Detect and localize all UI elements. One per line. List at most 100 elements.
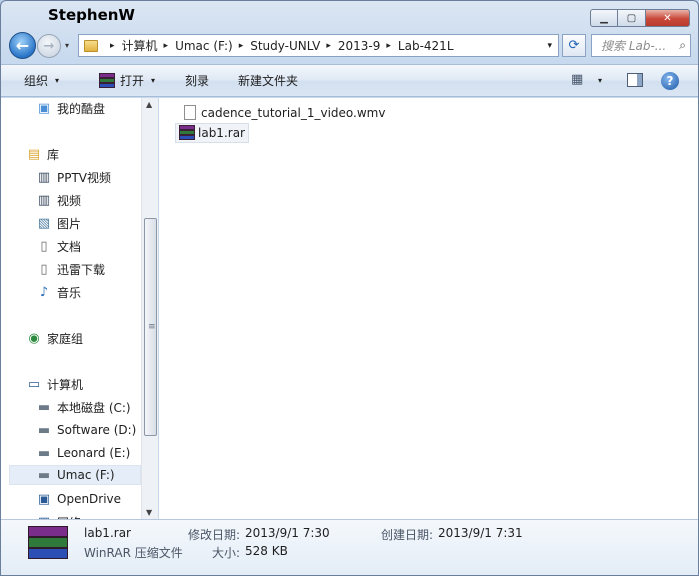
new-folder-button[interactable]: 新建文件夹 <box>228 65 308 96</box>
organize-button[interactable]: 组织 ▾ <box>14 65 69 96</box>
refresh-button[interactable]: ⟳ <box>562 34 586 57</box>
drive-icon: ▬ <box>37 422 51 438</box>
sidebar-item-drive-f[interactable]: ▬ Umac (F:) <box>9 465 141 485</box>
document-icon <box>182 105 198 121</box>
winrar-stripe <box>28 548 68 559</box>
folder-icon <box>84 39 98 52</box>
sidebar-item-documents[interactable]: ▯ 文档 <box>36 236 81 256</box>
sidebar-item-drive-c[interactable]: ▬ 本地磁盘 (C:) <box>36 397 131 417</box>
sidebar-item-videos[interactable]: ▥ 视频 <box>36 190 81 210</box>
breadcrumb-separator[interactable]: ▸ <box>110 41 115 51</box>
file-name: cadence_tutorial_1_video.wmv <box>201 106 386 120</box>
maximize-icon: ▢ <box>626 12 637 24</box>
winrar-stripe <box>99 82 115 88</box>
breadcrumb-drive[interactable]: Umac (F:) <box>175 39 233 53</box>
details-modified-value: 2013/9/1 7:30 <box>245 526 330 540</box>
details-created-value: 2013/9/1 7:31 <box>438 526 523 540</box>
breadcrumb-lab[interactable]: Lab-421L <box>398 39 454 53</box>
sidebar-item-drive-d[interactable]: ▬ Software (D:) <box>36 420 137 440</box>
change-view-icon[interactable]: ▦ <box>571 72 583 87</box>
close-button[interactable]: ✕ <box>646 9 690 27</box>
winrar-icon <box>179 125 195 141</box>
recent-pages-dropdown[interactable]: ▾ <box>65 41 69 50</box>
breadcrumb-separator[interactable]: ▸ <box>239 41 244 51</box>
details-size-label: 大小: <box>212 546 241 560</box>
address-dropdown-icon[interactable]: ▾ <box>547 41 552 51</box>
scroll-thumb[interactable]: ≡ <box>144 218 157 436</box>
sidebar-item-opendrive[interactable]: ▣ OpenDrive <box>36 489 121 509</box>
winrar-stripe <box>28 526 68 537</box>
back-button[interactable]: ← <box>9 32 36 59</box>
back-arrow-icon: ← <box>15 36 30 55</box>
download-icon: ▯ <box>40 261 48 277</box>
sidebar-item-network[interactable]: ▦ 网络 <box>36 512 81 520</box>
breadcrumb-separator[interactable]: ▸ <box>386 41 391 51</box>
sidebar-item-label: PPTV视频 <box>57 170 112 185</box>
sidebar-item-label: Software (D:) <box>57 423 137 437</box>
help-icon[interactable]: ? <box>661 72 679 90</box>
sidebar-item-libraries[interactable]: ▤ 库 <box>26 144 59 164</box>
open-button[interactable]: 打开 ▾ <box>89 65 165 96</box>
sidebar-item-label: 图片 <box>57 216 82 231</box>
breadcrumb-separator[interactable]: ▸ <box>164 41 169 51</box>
chevron-down-icon: ▾ <box>65 41 70 50</box>
breadcrumb-computer[interactable]: 计算机 <box>122 37 158 54</box>
sidebar-item-label: 计算机 <box>47 377 84 392</box>
sidebar-item-label: 音乐 <box>57 285 82 300</box>
sidebar-item-label: 视频 <box>57 193 82 208</box>
search-icon[interactable]: ⌕ <box>679 38 686 53</box>
close-icon: ✕ <box>663 12 672 24</box>
sidebar-item-label: 迅雷下载 <box>57 262 106 277</box>
sidebar-item-label: OpenDrive <box>57 492 122 506</box>
winrar-stripe <box>179 135 195 140</box>
burn-label: 刻录 <box>185 74 210 88</box>
sidebar-item-xunlei[interactable]: ▯ 迅雷下载 <box>36 259 105 279</box>
breadcrumb-month[interactable]: 2013-9 <box>338 39 381 53</box>
chevron-down-icon[interactable]: ▾ <box>598 76 602 85</box>
minimize-button[interactable]: ▁ <box>590 9 618 27</box>
winrar-icon <box>99 72 115 89</box>
sidebar-item-homegroup[interactable]: ◉ 家庭组 <box>26 328 83 348</box>
maximize-button[interactable]: ▢ <box>618 9 646 27</box>
libraries-icon: ▤ <box>27 146 41 162</box>
sidebar-item-pptv[interactable]: ▥ PPTV视频 <box>36 167 111 187</box>
sidebar-scrollbar[interactable]: ▲ ≡ ▼ <box>141 98 158 519</box>
scroll-up-icon[interactable]: ▲ <box>146 100 152 109</box>
drive-icon: ▬ <box>37 467 51 483</box>
sidebar-item-label: 文档 <box>57 239 82 254</box>
chevron-down-icon: ▾ <box>55 76 60 85</box>
scroll-down-icon[interactable]: ▼ <box>146 508 152 517</box>
homegroup-icon: ◉ <box>28 330 40 346</box>
drive-icon: ▬ <box>37 445 51 461</box>
navigation-pane: ▣ 我的酷盘 ▤ 库 ▥ PPTV视频 ▥ 视频 ▧ 图片 ▯ 文档 ▯ 迅雷下… <box>1 98 158 519</box>
details-size-value: 528 KB <box>245 544 288 558</box>
sidebar-item-pictures[interactable]: ▧ 图片 <box>36 213 81 233</box>
sidebar-item-kupan[interactable]: ▣ 我的酷盘 <box>36 98 105 118</box>
window-controls: ▁ ▢ ✕ <box>590 9 690 27</box>
file-name: lab1.rar <box>198 126 245 140</box>
search-placeholder: 搜索 Lab-... <box>601 39 667 53</box>
forward-button[interactable]: → <box>37 34 61 58</box>
preview-pane-icon[interactable] <box>627 73 643 87</box>
sidebar-item-label: 家庭组 <box>47 331 84 346</box>
breadcrumb-study[interactable]: Study-UNLV <box>250 39 320 53</box>
details-file-name: lab1.rar <box>84 526 131 540</box>
breadcrumb-separator[interactable]: ▸ <box>326 41 331 51</box>
winrar-stripe <box>28 537 68 548</box>
sidebar-item-label: Leonard (E:) <box>57 446 131 460</box>
sidebar-item-label: 本地磁盘 (C:) <box>57 400 131 415</box>
address-bar[interactable]: ▸ 计算机 ▸ Umac (F:) ▸ Study-UNLV ▸ 2013-9 … <box>78 34 559 57</box>
details-file-type: WinRAR 压缩文件 <box>84 546 183 560</box>
list-item[interactable]: lab1.rar <box>175 123 249 143</box>
documents-icon: ▯ <box>40 238 48 254</box>
sidebar-item-music[interactable]: ♪ 音乐 <box>36 282 81 302</box>
burn-button[interactable]: 刻录 <box>175 65 219 96</box>
list-item[interactable]: cadence_tutorial_1_video.wmv <box>179 103 388 123</box>
new-folder-label: 新建文件夹 <box>238 74 299 88</box>
sidebar-item-computer[interactable]: ▭ 计算机 <box>26 374 83 394</box>
video-library-icon: ▥ <box>37 169 51 185</box>
search-input[interactable]: 搜索 Lab-... ⌕ <box>591 34 691 57</box>
sidebar-item-drive-e[interactable]: ▬ Leonard (E:) <box>36 443 130 463</box>
details-modified-label: 修改日期: <box>188 528 241 542</box>
file-list: cadence_tutorial_1_video.wmv lab1.rar <box>159 98 698 519</box>
